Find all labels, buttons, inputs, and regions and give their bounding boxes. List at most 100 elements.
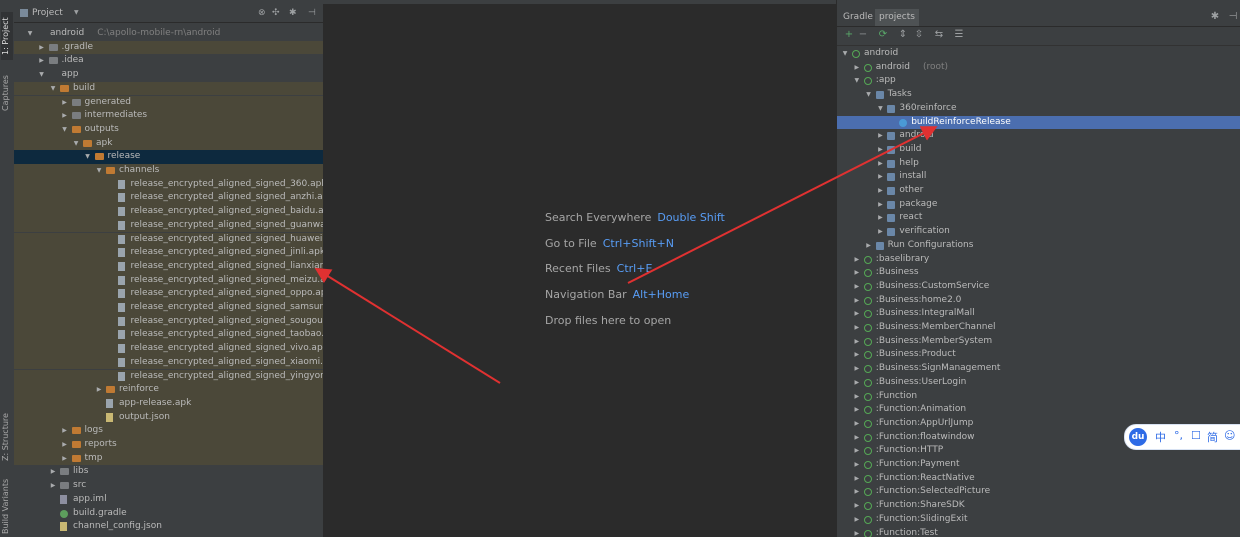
gradle-tree-row[interactable]: ▶ package [837, 198, 1240, 212]
collapse-arrow-icon[interactable]: ▼ [865, 88, 873, 102]
gradle-tree-row[interactable]: ▶:Business:CustomService [837, 280, 1240, 294]
expand-arrow-icon[interactable]: ▶ [61, 452, 69, 466]
gradle-tree-row[interactable]: ▶:baselibrary [837, 253, 1240, 267]
expand-arrow-icon[interactable]: ▶ [876, 198, 884, 212]
gradle-tree-row[interactable]: ▶ other [837, 184, 1240, 198]
expand-arrow-icon[interactable]: ▶ [49, 479, 57, 493]
gradle-tree-row[interactable]: ▶ Run Configurations [837, 239, 1240, 253]
target-icon[interactable]: ⊗ [258, 4, 266, 22]
project-tree-row[interactable]: release_encrypted_aligned_signed_xiaomi.… [14, 355, 323, 370]
expand-arrow-icon[interactable]: ▶ [853, 376, 861, 390]
expand-arrow-icon[interactable]: ▶ [853, 417, 861, 431]
refresh-icon[interactable]: ⟳ [877, 29, 889, 41]
expand-arrow-icon[interactable]: ▶ [853, 444, 861, 458]
gradle-tree-row[interactable]: ▶:Business:home2.0 [837, 294, 1240, 308]
expand-arrow-icon[interactable]: ▶ [876, 143, 884, 157]
gear-icon[interactable]: ✱ [1209, 11, 1221, 23]
hide-icon[interactable]: ⊣ [1227, 11, 1239, 23]
expand-arrow-icon[interactable]: ▶ [876, 211, 884, 225]
expand-arrow-icon[interactable]: ▶ [95, 383, 103, 397]
expand-arrow-icon[interactable]: ▶ [865, 239, 873, 253]
expand-arrow-icon[interactable]: ▶ [853, 307, 861, 321]
gradle-tree-row[interactable]: ▶ android (root) [837, 61, 1240, 75]
project-tree-row[interactable]: ▶ generated [14, 95, 323, 110]
expand-all-icon[interactable]: ⇕ [897, 29, 909, 41]
expand-arrow-icon[interactable]: ▶ [38, 54, 46, 68]
collapse-arrow-icon[interactable]: ▼ [49, 82, 57, 96]
gradle-tree-row[interactable]: ▼ Tasks [837, 88, 1240, 102]
editor-empty-area[interactable]: Search Everywhere Double Shift Go to File C… [324, 4, 836, 537]
gradle-tree-row[interactable]: ▶ android [837, 129, 1240, 143]
expand-arrow-icon[interactable]: ▶ [38, 41, 46, 55]
expand-arrow-icon[interactable]: ▶ [853, 403, 861, 417]
project-tree-row[interactable]: release_encrypted_aligned_signed_vivo.ap… [14, 342, 323, 356]
gradle-tree-row[interactable]: ▶ install [837, 170, 1240, 184]
dropdown-arrow-icon[interactable]: ▼ [74, 4, 79, 22]
gradle-tree-row[interactable]: ▶:Function:SelectedPicture [837, 485, 1240, 499]
gear-icon[interactable]: ✱ [289, 4, 297, 22]
project-tree-row[interactable]: ▶ intermediates [14, 109, 323, 123]
gradle-tree-row[interactable]: ▶ react [837, 211, 1240, 225]
build-variants-tool-tab[interactable]: Build Variants [1, 476, 13, 536]
ime-simplified-item[interactable]: 简 [1207, 429, 1218, 445]
gradle-tree-row[interactable]: ▶:Function:SlidingExit [837, 513, 1240, 527]
project-tree-row[interactable]: build.gradle [14, 507, 323, 521]
expand-arrow-icon[interactable]: ▶ [61, 438, 69, 452]
project-tree-row[interactable]: ▼ release [14, 150, 323, 164]
project-tree-row[interactable]: ▶ tmp [14, 451, 323, 466]
expand-arrow-icon[interactable]: ▶ [853, 280, 861, 294]
ime-lang-item[interactable]: 中 [1155, 429, 1166, 445]
gradle-tree-row[interactable]: ▶ verification [837, 225, 1240, 239]
expand-arrow-icon[interactable]: ▶ [853, 431, 861, 445]
expand-arrow-icon[interactable]: ▶ [49, 465, 57, 479]
gradle-tree-row[interactable]: ▼ 360reinforce [837, 102, 1240, 116]
project-tree-row[interactable]: ▶ reinforce [14, 383, 323, 397]
project-tree-row[interactable]: ▼ outputs [14, 122, 323, 137]
gradle-tree-row[interactable]: ▶:Business [837, 266, 1240, 280]
gradle-tree-row[interactable]: ▶:Business:MemberSystem [837, 335, 1240, 349]
gradle-tree-row[interactable]: ▶:Business:IntegralMall [837, 307, 1240, 321]
captures-tool-tab[interactable]: Captures [1, 70, 13, 116]
gradle-tree-row[interactable]: ▶:Function:ReactNative [837, 472, 1240, 486]
collapse-arrow-icon[interactable]: ▼ [61, 123, 69, 137]
project-tree-row[interactable]: ▶ .gradle [14, 40, 323, 55]
ime-keyboard-icon[interactable]: ☐ [1191, 429, 1201, 442]
project-tree-row[interactable]: app-release.apk [14, 396, 323, 411]
expand-arrow-icon[interactable]: ▶ [853, 335, 861, 349]
gradle-tree-row[interactable]: ▶:Function [837, 390, 1240, 404]
link-icon[interactable]: ⇆ [933, 29, 945, 41]
gradle-tree-row[interactable]: ▼:app [837, 74, 1240, 88]
gradle-tree-row[interactable]: ▶:Business:UserLogin [837, 376, 1240, 390]
project-tree-row[interactable]: release_encrypted_aligned_signed_jinli.a… [14, 246, 323, 260]
expand-arrow-icon[interactable]: ▶ [853, 390, 861, 404]
project-tree-row[interactable]: release_encrypted_aligned_signed_sougou.… [14, 314, 323, 329]
tab-gradle[interactable]: Gradle [839, 9, 877, 26]
gradle-tree-row[interactable]: ▶:Function:Payment [837, 458, 1240, 472]
project-tree-row[interactable]: ▼ app [14, 68, 323, 82]
project-tool-tab[interactable]: 1: Project [1, 12, 13, 60]
settings-icon[interactable]: ☰ [953, 29, 965, 41]
collapse-all-icon[interactable]: ⇳ [913, 29, 925, 41]
project-tree-row[interactable]: output.json [14, 410, 323, 425]
project-tree-row[interactable]: release_encrypted_aligned_signed_huawei.… [14, 232, 323, 247]
remove-icon[interactable]: − [857, 29, 869, 41]
gradle-tree-row[interactable]: ▶:Business:MemberChannel [837, 321, 1240, 335]
expand-arrow-icon[interactable]: ▶ [853, 527, 861, 537]
expand-arrow-icon[interactable]: ▶ [853, 513, 861, 527]
project-tree-row[interactable]: ▶ src [14, 479, 323, 493]
gradle-tree-row[interactable]: ▼ android [837, 47, 1240, 61]
project-tree-row[interactable]: ▶ reports [14, 438, 323, 452]
project-tree-row[interactable]: ▶ .idea [14, 54, 323, 68]
expand-arrow-icon[interactable]: ▶ [853, 485, 861, 499]
collapse-arrow-icon[interactable]: ▼ [84, 150, 92, 164]
ime-punct-item[interactable]: °, [1174, 429, 1183, 442]
expand-arrow-icon[interactable]: ▶ [853, 266, 861, 280]
project-tree-row[interactable]: release_encrypted_aligned_signed_meizu.a… [14, 273, 323, 288]
gradle-tree-row[interactable]: ▶ help [837, 157, 1240, 171]
structure-tool-tab[interactable]: Z: Structure [1, 408, 13, 466]
project-tree-row[interactable]: release_encrypted_aligned_signed_360.apk [14, 177, 323, 192]
project-tree-row[interactable]: channel_config.json [14, 520, 323, 534]
expand-arrow-icon[interactable]: ▶ [876, 129, 884, 143]
collapse-arrow-icon[interactable]: ▼ [841, 47, 849, 61]
expand-arrow-icon[interactable]: ▶ [853, 321, 861, 335]
